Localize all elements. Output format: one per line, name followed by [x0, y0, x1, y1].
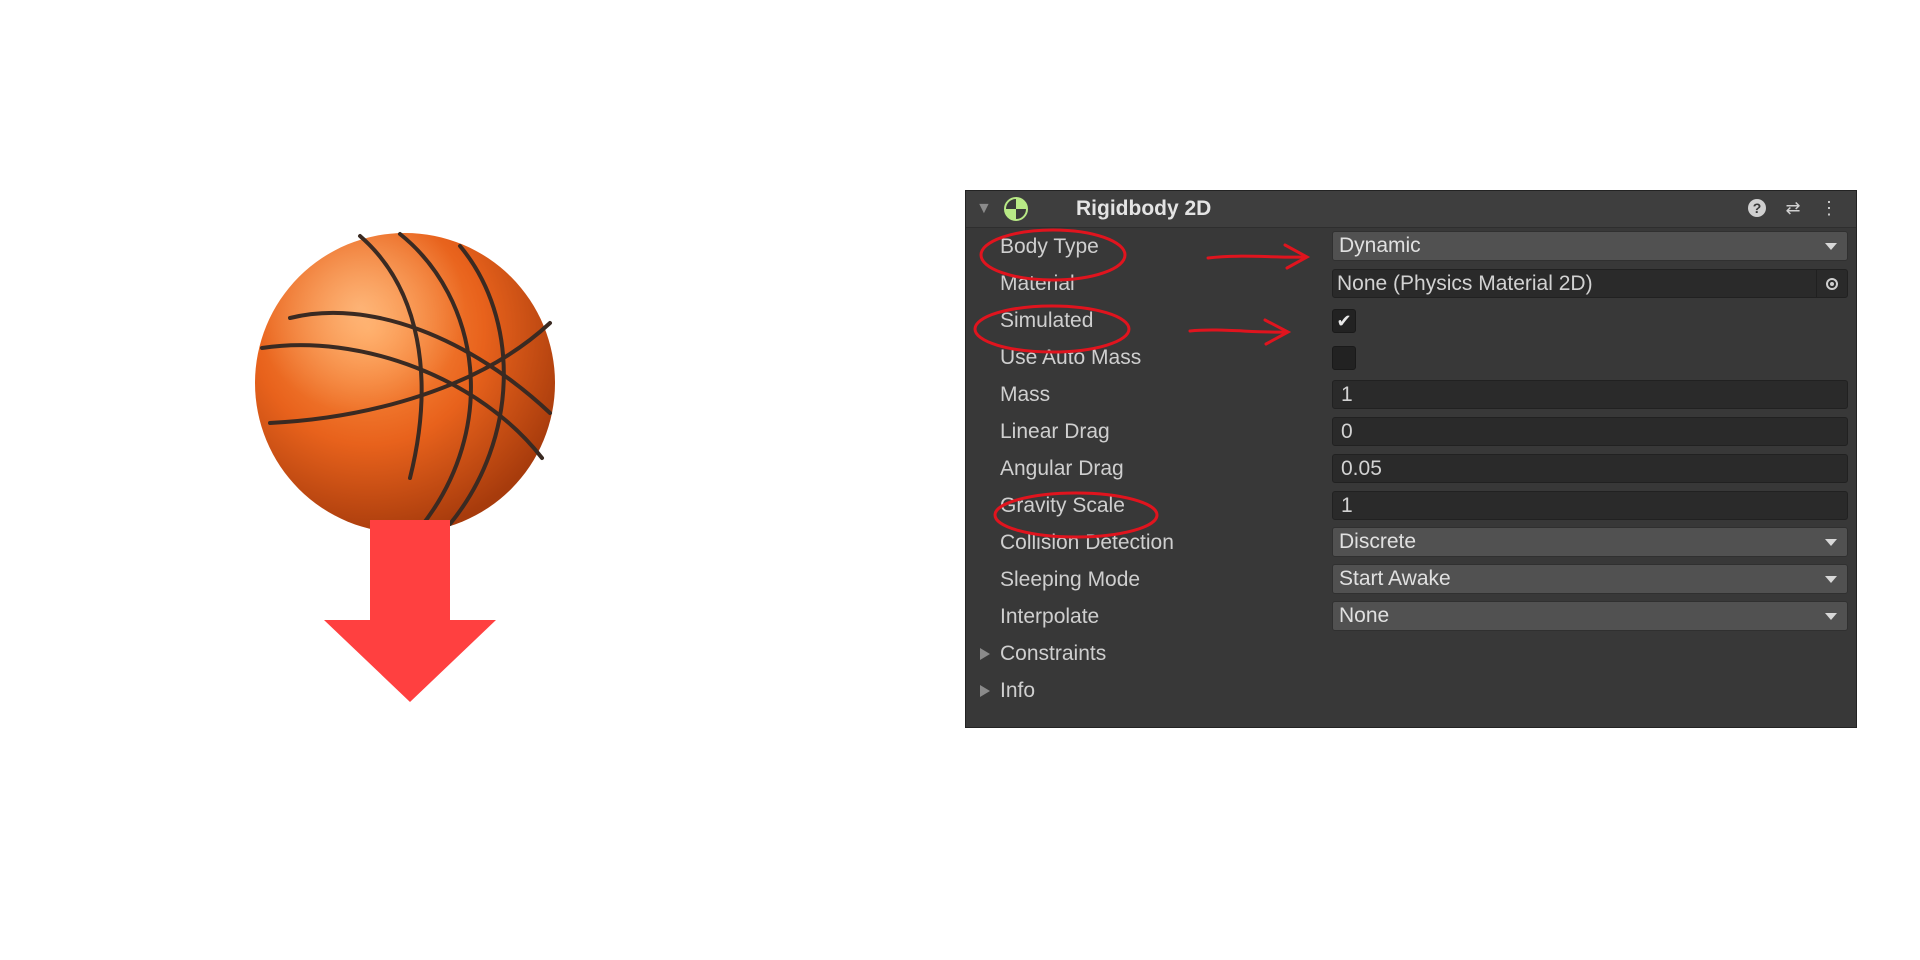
- row-linear-drag: Linear Drag 0: [966, 413, 1856, 450]
- rigidbody2d-inspector: ▼ Rigidbody 2D ? ⇄ ⋮ Body Type Dynamic M…: [965, 190, 1857, 728]
- simulated-checkbox[interactable]: ✔: [1332, 309, 1356, 333]
- row-collision-detection: Collision Detection Discrete: [966, 524, 1856, 561]
- more-options-icon[interactable]: ⋮: [1818, 197, 1840, 219]
- row-gravity-scale: Gravity Scale 1: [966, 487, 1856, 524]
- body-type-value: Dynamic: [1339, 234, 1421, 257]
- row-use-auto-mass: Use Auto Mass: [966, 339, 1856, 376]
- material-label: Material: [1000, 272, 1075, 295]
- mass-input[interactable]: 1: [1332, 380, 1848, 409]
- gravity-scale-label: Gravity Scale: [1000, 494, 1125, 517]
- interpolate-value: None: [1339, 604, 1390, 627]
- object-picker-button[interactable]: [1816, 270, 1847, 297]
- dropdown-arrow-icon: [1825, 613, 1837, 620]
- foldout-info[interactable]: Info: [966, 672, 1856, 709]
- row-mass: Mass 1: [966, 376, 1856, 413]
- body-type-label: Body Type: [1000, 235, 1099, 258]
- linear-drag-input[interactable]: 0: [1332, 417, 1848, 446]
- dropdown-arrow-icon: [1825, 539, 1837, 546]
- row-material: Material None (Physics Material 2D): [966, 265, 1856, 302]
- dropdown-arrow-icon: [1825, 576, 1837, 583]
- presets-icon[interactable]: ⇄: [1782, 197, 1804, 219]
- sleeping-mode-dropdown[interactable]: Start Awake: [1332, 564, 1848, 594]
- info-label: Info: [1000, 679, 1036, 702]
- collision-detection-label: Collision Detection: [1000, 531, 1174, 554]
- basketball-image: [255, 232, 555, 533]
- help-button[interactable]: ?: [1746, 197, 1768, 219]
- foldout-constraints[interactable]: Constraints: [966, 635, 1856, 672]
- row-body-type: Body Type Dynamic: [966, 228, 1856, 265]
- angular-drag-label: Angular Drag: [1000, 457, 1124, 480]
- simulated-label: Simulated: [1000, 309, 1094, 332]
- use-auto-mass-label: Use Auto Mass: [1000, 346, 1142, 369]
- foldout-arrow-icon[interactable]: [980, 648, 990, 660]
- collision-detection-dropdown[interactable]: Discrete: [1332, 527, 1848, 557]
- interpolate-dropdown[interactable]: None: [1332, 601, 1848, 631]
- component-header[interactable]: ▼ Rigidbody 2D ? ⇄ ⋮: [966, 191, 1856, 228]
- collision-detection-value: Discrete: [1339, 530, 1417, 553]
- linear-drag-label: Linear Drag: [1000, 420, 1110, 443]
- constraints-label: Constraints: [1000, 642, 1107, 665]
- foldout-arrow-icon[interactable]: [980, 685, 990, 697]
- dropdown-arrow-icon: [1825, 243, 1837, 250]
- sleeping-mode-value: Start Awake: [1339, 567, 1451, 590]
- row-simulated: Simulated ✔: [966, 302, 1856, 339]
- row-sleeping-mode: Sleeping Mode Start Awake: [966, 561, 1856, 598]
- mass-label: Mass: [1000, 383, 1051, 406]
- object-picker-icon: [1826, 277, 1838, 290]
- angular-drag-input[interactable]: 0.05: [1332, 454, 1848, 483]
- gravity-scale-input[interactable]: 1: [1332, 491, 1848, 520]
- use-auto-mass-checkbox[interactable]: [1332, 346, 1356, 370]
- row-interpolate: Interpolate None: [966, 598, 1856, 635]
- material-value: None (Physics Material 2D): [1337, 272, 1593, 295]
- help-icon: ?: [1748, 199, 1766, 217]
- illustration: [0, 0, 900, 960]
- material-field[interactable]: None (Physics Material 2D): [1332, 269, 1848, 298]
- down-arrow-icon: [324, 520, 496, 702]
- row-angular-drag: Angular Drag 0.05: [966, 450, 1856, 487]
- sleeping-mode-label: Sleeping Mode: [1000, 568, 1141, 591]
- interpolate-label: Interpolate: [1000, 605, 1100, 628]
- body-type-dropdown[interactable]: Dynamic: [1332, 231, 1848, 261]
- rigidbody2d-icon: [1004, 197, 1028, 221]
- component-title: Rigidbody 2D: [1076, 197, 1212, 220]
- fold-arrow-icon[interactable]: ▼: [976, 200, 992, 218]
